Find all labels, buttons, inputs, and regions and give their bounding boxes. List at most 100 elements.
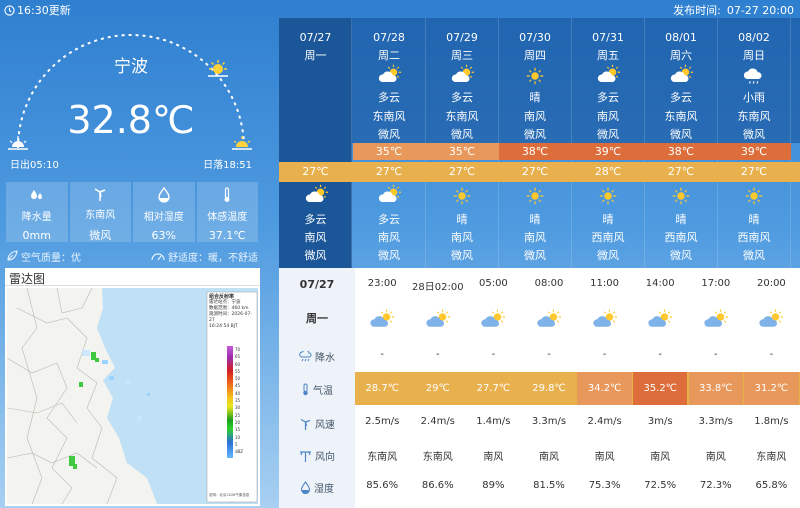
hour-wind-speed: 3m/s bbox=[647, 416, 673, 427]
hour-rain: - bbox=[435, 349, 440, 360]
night-weather-icon bbox=[279, 184, 352, 208]
hour-wind-dir: 东南风 bbox=[367, 452, 398, 463]
hour-rain: - bbox=[547, 349, 551, 360]
hour-rain: - bbox=[602, 349, 607, 360]
clock-icon bbox=[4, 4, 15, 16]
forecast-weekday: 周四 bbox=[524, 49, 546, 62]
rain-cloud-icon bbox=[299, 351, 312, 362]
night-weather-icon bbox=[499, 184, 572, 208]
hour-rain: - bbox=[491, 349, 496, 360]
forecast-date: 07/27 bbox=[299, 31, 332, 44]
forecast-day[interactable]: 08/02 周日 小雨 东南风 微风 39℃ 27℃ 晴西南风 微风 bbox=[717, 18, 791, 268]
hour-temp: 28.7℃ bbox=[355, 372, 410, 405]
legend-line: 观测时间：2026-07-27 bbox=[209, 312, 252, 323]
row-label-text: 气温 bbox=[313, 386, 333, 397]
radar-map[interactable]: 组合反射率 雷达站点：宁波 数据范围：460 km 观测时间：2026-07-2… bbox=[7, 288, 258, 504]
day-wind-speed: 微风 bbox=[743, 128, 765, 141]
sun-icon bbox=[453, 187, 471, 205]
hour-wind-speed: 3.3m/s bbox=[698, 416, 733, 427]
hour-wind-dir: 南风 bbox=[650, 452, 671, 463]
hour-time: 08:00 bbox=[534, 278, 564, 289]
night-wind-dir: 南风 bbox=[304, 231, 327, 244]
hour-wind-dir: 南风 bbox=[483, 452, 504, 463]
publish-time-value: 07-27 20:00 bbox=[726, 4, 794, 17]
update-text: 16:30更新 bbox=[17, 4, 71, 17]
night-weather: 多云 bbox=[378, 213, 400, 226]
row-label-text: 风向 bbox=[315, 452, 335, 463]
humidity-icon bbox=[158, 187, 170, 203]
hour-humidity: 75.3% bbox=[588, 480, 621, 491]
seven-day-forecast: 07/27 周一 27℃ 多云 南风 微风 07/28 周二 多云 东南风 微风 35℃ 27℃ 多云 南风… bbox=[279, 18, 800, 273]
day-wind-dir: 东南风 bbox=[372, 110, 406, 123]
forecast-day[interactable]: 08/01 周六 多云 东南风 微风 38℃ 27℃ 晴西南风 微风 bbox=[644, 18, 718, 268]
day-weather: 小雨 bbox=[743, 91, 765, 104]
hour-time: 05:00 bbox=[478, 278, 508, 289]
hour-temp: 29.8℃ bbox=[521, 372, 577, 405]
hour-wind-dir: 南风 bbox=[594, 452, 615, 463]
row-label-text: 风速 bbox=[315, 420, 335, 431]
day-wind-speed: 微风 bbox=[524, 128, 546, 141]
day-weather: 晴 bbox=[529, 91, 541, 104]
metric-humidity: 相对湿度 63% bbox=[133, 182, 195, 242]
publish-time: 发布时间: 07-27 20:00 bbox=[673, 2, 794, 18]
metric-label: 相对湿度 bbox=[143, 212, 184, 223]
hourly-cloudy-icon bbox=[537, 309, 561, 327]
partly-cloudy-night-icon bbox=[378, 184, 401, 202]
hour-wind-dir: 南风 bbox=[705, 452, 726, 463]
hourly-column: 28日02:00 - 29℃ 2.4m/s 东南风 86.6% bbox=[410, 268, 465, 508]
forecast-day-today[interactable]: 07/27 周一 27℃ 多云 南风 微风 bbox=[279, 18, 352, 268]
hour-temp: 35.2℃ bbox=[633, 372, 688, 405]
hour-weather-icon bbox=[633, 308, 687, 332]
current-temperature: 32.8℃ bbox=[67, 98, 195, 142]
comfort-text: 舒适度：暖，不舒适 bbox=[168, 252, 258, 264]
forecast-day[interactable]: 07/29 周三 多云 东南风 微风 35℃ 27℃ 晴南风 微风 bbox=[425, 18, 499, 268]
night-wind-dir: 西南风 bbox=[591, 231, 625, 244]
day-weather-icon bbox=[499, 64, 572, 88]
day-wind-speed: 微风 bbox=[451, 128, 473, 141]
sunrise-time: 日出05:10 bbox=[10, 160, 59, 171]
hour-weather-icon bbox=[689, 308, 743, 332]
row-label-text: 湿度 bbox=[314, 484, 334, 495]
night-weather: 晴 bbox=[602, 213, 614, 226]
forecast-day[interactable]: 07/31 周五 多云 南风 微风 39℃ 28℃ 晴西南风 微风 bbox=[571, 18, 645, 268]
day-wind-dir: 东南风 bbox=[445, 110, 479, 123]
hour-time: 14:00 bbox=[645, 278, 675, 289]
high-temp: 39℃ bbox=[571, 143, 645, 160]
hourly-cloudy-icon bbox=[592, 309, 617, 327]
humidity-icon bbox=[300, 481, 311, 494]
forecast-day[interactable]: 07/28 周二 多云 东南风 微风 35℃ 27℃ 多云 南风 微风 bbox=[352, 18, 426, 268]
hourly-weekday: 周一 bbox=[306, 312, 328, 325]
day-wind-speed: 微风 bbox=[378, 128, 400, 141]
hourly-forecast-table: 07/27 周一 降水 气温 风速 风向 湿度 23:00 - 28.7℃ 2.5m/… bbox=[279, 268, 800, 508]
partly-cloudy-night-icon bbox=[305, 184, 328, 202]
metric-precipitation: 降水量 0mm bbox=[6, 182, 68, 242]
radar-panel[interactable]: 雷达图 组合反射率 雷达站点：宁波 数据范围：460 km 观测时间：2026-… bbox=[5, 268, 260, 506]
day-weather: 多云 bbox=[451, 91, 473, 104]
air-quality-text: 空气质量：优 bbox=[21, 252, 81, 264]
scale-value: 40 bbox=[235, 390, 241, 396]
low-temp: 27℃ bbox=[644, 162, 718, 182]
partly-cloudy-icon bbox=[451, 64, 474, 82]
raindrop-icon bbox=[30, 190, 42, 199]
hour-humidity: 89% bbox=[482, 480, 505, 491]
low-temp: 27℃ bbox=[279, 162, 352, 182]
leaf-icon bbox=[7, 250, 18, 261]
hour-weather-icon bbox=[466, 308, 520, 332]
scale-value: 20 bbox=[235, 419, 241, 425]
forecast-weekday: 周三 bbox=[451, 49, 473, 62]
night-weather-icon bbox=[426, 184, 499, 208]
comfort-level: 舒适度：暖，不舒适 bbox=[151, 248, 258, 264]
night-wind-speed: 微风 bbox=[670, 249, 692, 262]
night-wind-speed: 微风 bbox=[743, 249, 765, 262]
metric-feels-like: 体感温度 37.1℃ bbox=[196, 182, 258, 242]
forecast-day[interactable]: 07/30 周四晴南风 微风 38℃ 27℃ 晴南风 微风 bbox=[498, 18, 572, 268]
sun-icon bbox=[745, 187, 763, 205]
metric-label: 降水量 bbox=[21, 212, 52, 223]
day-wind-dir: 东南风 bbox=[737, 110, 771, 123]
hour-wind-dir: 南风 bbox=[538, 452, 559, 463]
night-wind-speed: 微风 bbox=[378, 249, 400, 262]
metric-value: 微风 bbox=[89, 229, 112, 242]
forecast-weekday: 周一 bbox=[304, 49, 327, 62]
night-wind-dir: 南风 bbox=[378, 231, 400, 244]
hour-weather-icon bbox=[744, 308, 798, 332]
